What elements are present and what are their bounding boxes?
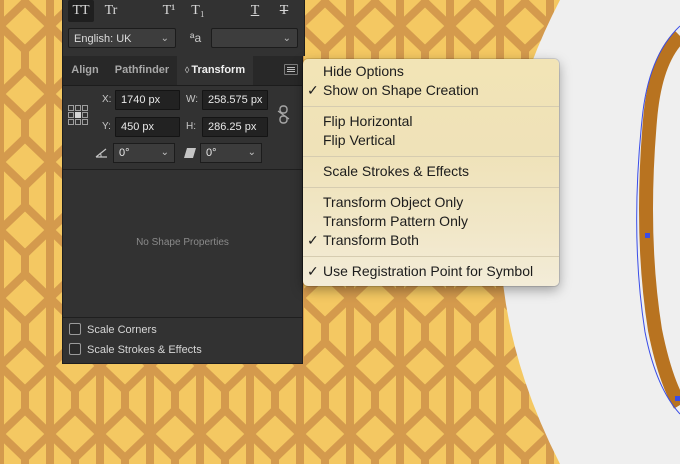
height-field[interactable]: 286.25 px	[202, 117, 268, 137]
menu-item-label: Use Registration Point for Symbol	[323, 263, 534, 279]
tab-align[interactable]: Align	[63, 56, 107, 85]
menu-item-label: Scale Strokes & Effects	[323, 163, 470, 179]
menu-item-label: Transform Object Only	[323, 194, 464, 210]
menu-separator	[303, 156, 559, 157]
menu-item-show-on-shape-creation[interactable]: ✓ Show on Shape Creation	[303, 81, 559, 100]
transform-panel: Align Pathfinder ◊ Transform X: 1740 px W…	[62, 56, 303, 364]
superscript-button[interactable]: T¹	[158, 0, 180, 22]
x-field[interactable]: 1740 px	[115, 90, 180, 110]
menu-item-transform-both[interactable]: ✓ Transform Both	[303, 231, 559, 250]
scale-strokes-checkbox[interactable]: Scale Strokes & Effects	[69, 342, 202, 358]
strikethrough-button[interactable]: T	[275, 0, 293, 22]
language-value: English: UK	[74, 33, 132, 45]
checkbox-box[interactable]	[69, 343, 81, 355]
menu-item-use-registration-point[interactable]: ✓ Use Registration Point for Symbol	[303, 262, 559, 281]
menu-item-transform-object-only[interactable]: Transform Object Only	[303, 193, 559, 212]
menu-item-transform-pattern-only[interactable]: Transform Pattern Only	[303, 212, 559, 231]
menu-item-label: Transform Both	[323, 232, 419, 248]
chevron-down-icon: ⌄	[282, 33, 291, 44]
menu-item-scale-strokes-effects[interactable]: Scale Strokes & Effects	[303, 162, 559, 181]
chevron-down-icon: ⌄	[160, 33, 169, 44]
chevron-down-icon: ⌄	[160, 147, 169, 158]
menu-separator	[303, 256, 559, 257]
w-label: W:	[186, 94, 199, 105]
shear-icon	[184, 148, 196, 158]
menu-item-flip-horizontal[interactable]: Flip Horizontal	[303, 112, 559, 131]
language-select[interactable]: English: UK ⌄	[68, 28, 176, 48]
scale-corners-label: Scale Corners	[87, 324, 157, 336]
menu-item-label: Transform Pattern Only	[323, 213, 468, 229]
divider	[63, 317, 302, 318]
constrain-proportions-icon[interactable]	[277, 104, 291, 126]
transform-options-menu: Hide Options ✓ Show on Shape Creation Fl…	[303, 59, 559, 286]
rotate-value: 0°	[119, 147, 130, 159]
panel-tab-bar: Align Pathfinder ◊ Transform	[63, 56, 302, 86]
menu-item-label: Show on Shape Creation	[323, 82, 479, 98]
y-label: Y:	[102, 121, 111, 132]
rotate-field[interactable]: 0° ⌄	[113, 143, 175, 163]
menu-item-label: Hide Options	[323, 63, 404, 79]
scale-strokes-label: Scale Strokes & Effects	[87, 344, 202, 356]
all-caps-button[interactable]: TT	[68, 0, 94, 22]
menu-item-hide-options[interactable]: Hide Options	[303, 62, 559, 81]
x-label: X:	[102, 94, 112, 105]
small-caps-button[interactable]: Tr	[99, 0, 123, 22]
character-strip: TT Tr T¹ T₁ T T English: UK ⌄ ªa ⌄	[62, 0, 305, 56]
divider	[63, 169, 302, 170]
subscript-button[interactable]: T₁	[187, 0, 209, 22]
menu-separator	[303, 187, 559, 188]
empty-properties-message: No Shape Properties	[136, 237, 229, 248]
checkbox-box[interactable]	[69, 323, 81, 335]
tab-pathfinder[interactable]: Pathfinder	[109, 56, 175, 85]
shear-value: 0°	[206, 147, 217, 159]
menu-item-label: Flip Vertical	[323, 132, 396, 148]
tab-transform[interactable]: ◊ Transform	[177, 56, 253, 85]
menu-item-flip-vertical[interactable]: Flip Vertical	[303, 131, 559, 150]
anti-aliasing-select[interactable]: ⌄	[211, 28, 298, 48]
tab-transform-label: Transform	[191, 64, 246, 76]
scale-corners-checkbox[interactable]: Scale Corners	[69, 322, 157, 338]
underline-button[interactable]: T	[246, 0, 264, 22]
panel-menu-icon[interactable]	[284, 64, 298, 75]
anti-aliasing-icon: ªa	[190, 31, 202, 45]
menu-item-label: Flip Horizontal	[323, 113, 413, 129]
tab-arrows-icon: ◊	[184, 65, 190, 75]
checkmark-icon: ✓	[307, 82, 319, 98]
checkmark-icon: ✓	[307, 263, 319, 279]
reference-point-icon[interactable]	[68, 105, 88, 125]
width-field[interactable]: 258.575 px	[202, 90, 268, 110]
h-label: H:	[186, 121, 196, 132]
rotate-icon	[95, 148, 107, 158]
menu-separator	[303, 106, 559, 107]
y-field[interactable]: 450 px	[115, 117, 180, 137]
checkmark-icon: ✓	[307, 232, 319, 248]
chevron-down-icon: ⌄	[247, 147, 256, 158]
shear-field[interactable]: 0° ⌄	[200, 143, 262, 163]
